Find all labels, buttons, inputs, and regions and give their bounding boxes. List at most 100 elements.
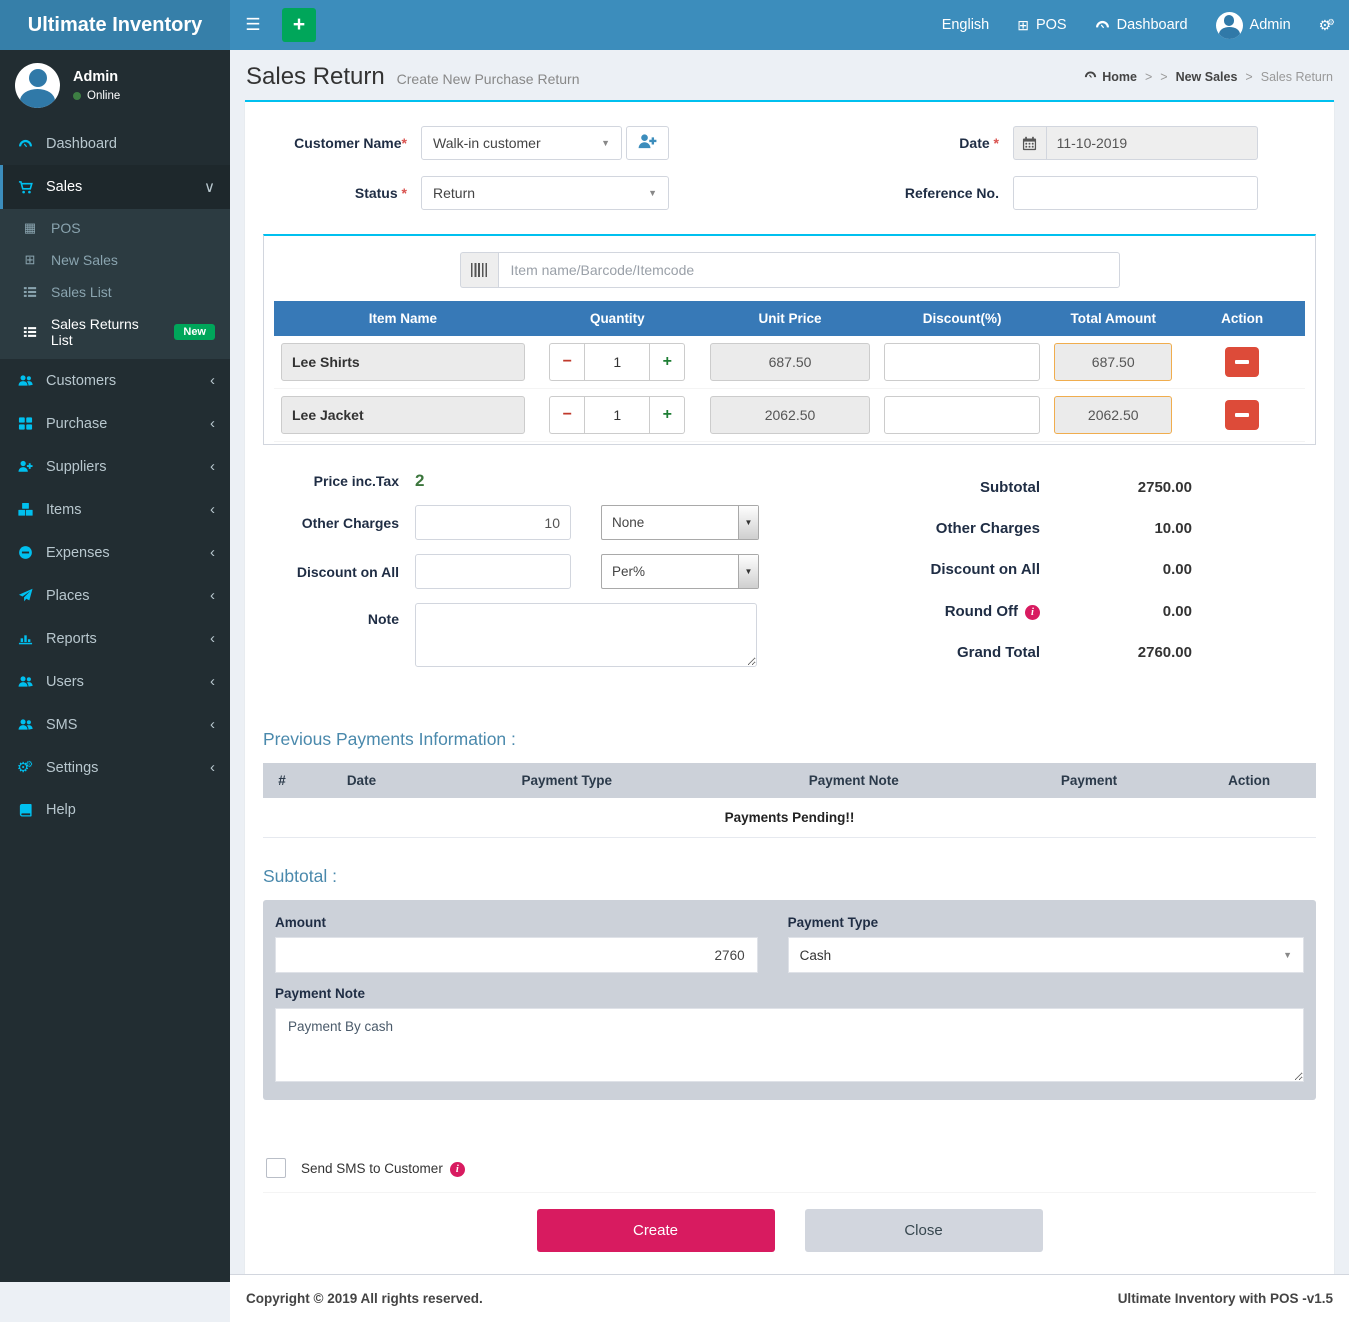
item-row: − + — [274, 336, 1305, 389]
other-charges-label: Other Charges — [263, 515, 415, 531]
top-bar: Ultimate Inventory ☰ + English ⊞POS Dash… — [0, 0, 1349, 50]
sidebar-item-help[interactable]: Help — [0, 789, 230, 831]
sidebar-item-sales[interactable]: Sales ∨ — [0, 165, 230, 209]
sidebar-item-reports[interactable]: Reports ‹ — [0, 617, 230, 660]
payments-pending-message: Payments Pending!! — [263, 798, 1316, 838]
list-icon — [20, 285, 40, 299]
sidebar-item-new-sales[interactable]: ⊞ New Sales — [0, 244, 230, 276]
close-button[interactable]: Close — [805, 1209, 1043, 1252]
quantity-increase-button[interactable]: + — [650, 343, 685, 381]
dashboard-icon — [1095, 18, 1110, 33]
status-label: Status * — [263, 185, 421, 201]
column-header-discount: Discount(%) — [877, 301, 1047, 336]
barcode-icon — [460, 252, 498, 288]
user-menu[interactable]: Admin — [1202, 0, 1305, 50]
sidebar-item-purchase[interactable]: Purchase ‹ — [0, 402, 230, 445]
quantity-decrease-button[interactable]: − — [549, 343, 584, 381]
settings-menu[interactable]: ⚙⚙ — [1305, 0, 1349, 50]
sidebar-item-places[interactable]: Places ‹ — [0, 574, 230, 617]
other-charges-input[interactable] — [415, 505, 571, 540]
caret-down-icon: ▼ — [1283, 950, 1292, 960]
caret-down-icon: ▼ — [738, 506, 758, 539]
sales-return-form-card: Customer Name* Walk-in customer▼ Date * … — [245, 100, 1334, 1274]
sidebar-item-customers[interactable]: Customers ‹ — [0, 359, 230, 402]
discount-input[interactable] — [884, 343, 1040, 381]
sidebar-item-dashboard[interactable]: Dashboard — [0, 123, 230, 165]
quantity-increase-button[interactable]: + — [650, 396, 685, 434]
create-button[interactable]: Create — [537, 1209, 775, 1252]
unit-price-input[interactable] — [710, 396, 870, 434]
sidebar-item-users[interactable]: Users ‹ — [0, 660, 230, 703]
price-inc-tax-label: Price inc.Tax — [263, 473, 415, 489]
total-amount-input[interactable] — [1054, 343, 1172, 381]
breadcrumb-home[interactable]: Home — [1084, 69, 1137, 85]
date-input[interactable] — [1046, 126, 1258, 160]
previous-payments-heading: Previous Payments Information : — [263, 729, 1316, 750]
sidebar-item-settings[interactable]: ⚙⚙ Settings ‹ — [0, 746, 230, 789]
charges-section: Price inc.Tax 2 Other Charges None ▼ Dis… — [263, 471, 818, 701]
column-header-payment-type: Payment Type — [422, 763, 712, 798]
sidebar-item-pos[interactable]: ▦ POS — [0, 212, 230, 244]
chevron-left-icon: ‹ — [210, 372, 215, 389]
discount-type-select[interactable]: Per% ▼ — [601, 554, 759, 589]
payment-note-textarea[interactable]: Payment By cash — [275, 1008, 1304, 1082]
column-header-index: # — [263, 763, 301, 798]
unit-price-input[interactable] — [710, 343, 870, 381]
user-status: Online — [73, 90, 120, 102]
gears-icon: ⚙⚙ — [15, 759, 35, 776]
items-panel: Item Name Quantity Unit Price Discount(%… — [263, 234, 1316, 445]
breadcrumb-current: Sales Return — [1261, 70, 1333, 84]
remove-item-button[interactable] — [1225, 400, 1259, 430]
total-amount-input[interactable] — [1054, 396, 1172, 434]
sidebar-item-sales-returns-list[interactable]: Sales Returns List New — [0, 308, 230, 356]
menu-toggle-button[interactable]: ☰ — [230, 0, 276, 50]
other-charges-type-select[interactable]: None ▼ — [601, 505, 759, 540]
payments-empty-row: Payments Pending!! — [263, 798, 1316, 838]
item-search-input[interactable] — [498, 252, 1120, 288]
info-icon[interactable]: i — [1025, 602, 1040, 620]
chevron-left-icon: ‹ — [210, 630, 215, 647]
new-badge: New — [174, 324, 215, 340]
amount-input[interactable] — [275, 937, 758, 973]
remove-item-button[interactable] — [1225, 347, 1259, 377]
dashboard-link[interactable]: Dashboard — [1081, 0, 1202, 50]
quantity-decrease-button[interactable]: − — [549, 396, 584, 434]
subtotal-label: Subtotal — [980, 479, 1040, 496]
sidebar-item-sms[interactable]: SMS ‹ — [0, 703, 230, 746]
add-customer-button[interactable] — [626, 126, 669, 160]
language-menu[interactable]: English — [928, 0, 1004, 50]
breadcrumb-new-sales[interactable]: New Sales — [1176, 70, 1238, 84]
payment-subtotal-heading: Subtotal : — [263, 866, 1316, 887]
item-name-input[interactable] — [281, 396, 525, 434]
quantity-input[interactable] — [584, 396, 650, 434]
send-sms-checkbox[interactable] — [266, 1158, 286, 1178]
quantity-input[interactable] — [584, 343, 650, 381]
discount-input[interactable] — [884, 396, 1040, 434]
book-icon — [15, 803, 35, 818]
note-textarea[interactable] — [415, 603, 757, 667]
date-label: Date * — [808, 135, 1013, 151]
items-table: Item Name Quantity Unit Price Discount(%… — [274, 301, 1305, 442]
footer: Copyright © 2019 All rights reserved. Ul… — [230, 1274, 1349, 1322]
breadcrumb: Home > > New Sales > Sales Return — [1084, 69, 1333, 85]
sidebar-item-suppliers[interactable]: Suppliers ‹ — [0, 445, 230, 488]
sidebar-item-expenses[interactable]: Expenses ‹ — [0, 531, 230, 574]
quick-add-button[interactable]: + — [282, 8, 316, 42]
chevron-down-icon: ∨ — [204, 178, 215, 196]
status-select[interactable]: Return▼ — [421, 176, 669, 210]
app-logo[interactable]: Ultimate Inventory — [0, 0, 230, 50]
reference-input[interactable] — [1013, 176, 1258, 210]
payment-panel: Amount Payment Type Cash ▼ Payment Note … — [263, 900, 1316, 1100]
quantity-stepper: − + — [539, 343, 696, 381]
discount-on-all-input[interactable] — [415, 554, 571, 589]
customer-select[interactable]: Walk-in customer▼ — [421, 126, 622, 160]
chevron-left-icon: ‹ — [210, 759, 215, 776]
sidebar-item-items[interactable]: Items ‹ — [0, 488, 230, 531]
payment-type-select[interactable]: Cash ▼ — [788, 937, 1304, 973]
calendar-icon[interactable] — [1013, 126, 1046, 160]
pos-link[interactable]: ⊞POS — [1003, 0, 1080, 50]
item-name-input[interactable] — [281, 343, 525, 381]
info-icon[interactable]: i — [450, 1160, 465, 1177]
sidebar-item-sales-list[interactable]: Sales List — [0, 276, 230, 308]
page-subtitle: Create New Purchase Return — [397, 71, 580, 87]
